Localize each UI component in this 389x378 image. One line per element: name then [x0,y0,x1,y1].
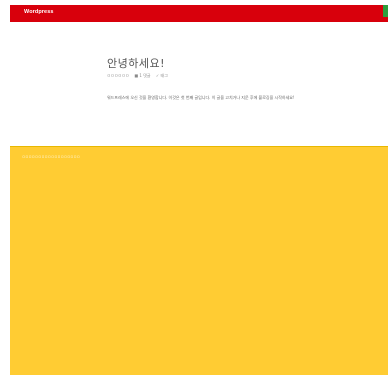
site-title-link[interactable]: Wordpress [24,9,54,15]
corner-accent [383,5,388,17]
site-footer: ㅁㅁㅁㅁㅁㅁㅁㅁㅁㅁㅁㅁㅁㅁㅁㅁㅁㅁ [10,147,388,375]
post-comments[interactable]: ■ 1 댓글 [134,73,150,78]
post-tags[interactable]: ✓ 태그 [156,73,168,78]
site-header: Wordpress [10,5,388,22]
footer-text: ㅁㅁㅁㅁㅁㅁㅁㅁㅁㅁㅁㅁㅁㅁㅁㅁㅁㅁ [22,155,80,159]
browser-page: Wordpress 안녕하세요! ㅁㅁㅁㅁㅁㅁ ■ 1 댓글 ✓ 태그 워드프레… [10,5,388,375]
post-author[interactable]: ㅁㅁㅁㅁㅁㅁ [107,73,129,78]
post-body: 워드프레스에 오신 것을 환영합니다. 이것은 첫 번째 글입니다. 이 글을 … [107,95,295,100]
main-content: 안녕하세요! ㅁㅁㅁㅁㅁㅁ ■ 1 댓글 ✓ 태그 워드프레스에 오신 것을 환… [10,22,388,146]
post-title[interactable]: 안녕하세요! [107,55,165,71]
post-meta: ㅁㅁㅁㅁㅁㅁ ■ 1 댓글 ✓ 태그 [107,73,172,79]
